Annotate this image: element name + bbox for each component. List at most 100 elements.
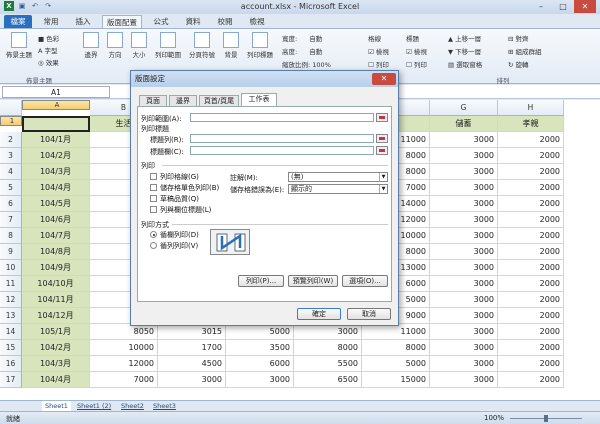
maximize-icon[interactable]: □ bbox=[552, 0, 574, 13]
value-cell[interactable]: 2000 bbox=[498, 180, 564, 196]
column-header[interactable]: A bbox=[22, 100, 90, 110]
value-cell[interactable]: 10000 bbox=[90, 340, 158, 356]
rotate-button[interactable]: ↻ 旋轉 bbox=[508, 59, 529, 69]
value-cell[interactable]: 11000 bbox=[362, 324, 430, 340]
colors-button[interactable]: ■ 色彩 bbox=[38, 33, 59, 43]
row-header[interactable]: 16 bbox=[0, 356, 22, 372]
date-cell[interactable]: 104/2月 bbox=[22, 340, 90, 356]
name-box[interactable]: A1 bbox=[2, 86, 110, 98]
value-cell[interactable]: 2000 bbox=[498, 244, 564, 260]
redo-icon[interactable]: ↷ bbox=[43, 1, 53, 11]
ok-button[interactable]: 確定 bbox=[297, 308, 341, 320]
value-cell[interactable]: 5000 bbox=[226, 324, 294, 340]
zoom-slider-thumb[interactable] bbox=[544, 415, 548, 422]
date-cell[interactable]: 104/2月 bbox=[22, 148, 90, 164]
value-cell[interactable]: 3000 bbox=[430, 212, 498, 228]
themes-button[interactable]: 佈景主題 bbox=[4, 32, 34, 59]
value-cell[interactable]: 6000 bbox=[226, 356, 294, 372]
gridlines-checkbox[interactable] bbox=[150, 173, 157, 180]
tab-formulas[interactable]: 公式 bbox=[148, 15, 174, 28]
row-header[interactable]: 12 bbox=[0, 292, 22, 308]
value-cell[interactable]: 15000 bbox=[362, 372, 430, 388]
sheet-tab[interactable]: Sheet2 bbox=[118, 401, 147, 411]
date-cell[interactable]: 104/8月 bbox=[22, 244, 90, 260]
row-header[interactable]: 15 bbox=[0, 340, 22, 356]
width-control[interactable]: 寬度: 自動 bbox=[282, 33, 322, 43]
fonts-button[interactable]: A 字型 bbox=[38, 45, 58, 55]
options-button[interactable]: 選項(O)... bbox=[342, 275, 388, 287]
row-header[interactable]: 5 bbox=[0, 180, 22, 196]
date-cell[interactable]: 104/5月 bbox=[22, 196, 90, 212]
height-control[interactable]: 高度: 自動 bbox=[282, 46, 322, 56]
value-cell[interactable]: 2000 bbox=[498, 292, 564, 308]
bw-checkbox[interactable] bbox=[150, 184, 157, 191]
row-header[interactable]: 10 bbox=[0, 260, 22, 276]
header-cell[interactable]: 儲蓄 bbox=[430, 116, 498, 132]
value-cell[interactable]: 2000 bbox=[498, 372, 564, 388]
select-all-corner[interactable] bbox=[0, 100, 22, 116]
date-cell[interactable]: 104/12月 bbox=[22, 308, 90, 324]
value-cell[interactable]: 3000 bbox=[430, 276, 498, 292]
down-then-over-radio[interactable] bbox=[150, 231, 157, 238]
cancel-button[interactable]: 取消 bbox=[347, 308, 391, 320]
value-cell[interactable]: 3000 bbox=[430, 196, 498, 212]
errors-select[interactable]: 顯示的 ▼ bbox=[288, 184, 388, 194]
orientation-button[interactable]: 方向 bbox=[104, 32, 126, 59]
date-cell[interactable]: 104/4月 bbox=[22, 372, 90, 388]
headings-checkbox[interactable] bbox=[150, 206, 157, 213]
selection-pane-button[interactable]: ▤ 選取窗格 bbox=[448, 59, 482, 69]
tab-review[interactable]: 校閱 bbox=[212, 15, 238, 28]
value-cell[interactable]: 2000 bbox=[498, 148, 564, 164]
tab-page-layout[interactable]: 版面配置 bbox=[102, 15, 142, 28]
value-cell[interactable]: 2000 bbox=[498, 132, 564, 148]
value-cell[interactable]: 3000 bbox=[430, 372, 498, 388]
value-cell[interactable]: 2000 bbox=[498, 228, 564, 244]
value-cell[interactable]: 5000 bbox=[362, 356, 430, 372]
row-header[interactable]: 6 bbox=[0, 196, 22, 212]
print-area-button[interactable]: 列印範圍 bbox=[152, 32, 184, 59]
row-header[interactable]: 11 bbox=[0, 276, 22, 292]
background-button[interactable]: 背景 bbox=[220, 32, 242, 59]
header-cell[interactable]: 孝親 bbox=[498, 116, 564, 132]
tab-home[interactable]: 常用 bbox=[38, 15, 64, 28]
value-cell[interactable]: 2000 bbox=[498, 324, 564, 340]
rows-repeat-picker-icon[interactable] bbox=[376, 134, 388, 143]
value-cell[interactable]: 3000 bbox=[294, 324, 362, 340]
row-header[interactable]: 1 bbox=[0, 116, 22, 126]
sheet-tab[interactable]: Sheet3 bbox=[150, 401, 179, 411]
date-cell[interactable]: 104/3月 bbox=[22, 164, 90, 180]
row-header[interactable]: 8 bbox=[0, 228, 22, 244]
margins-button[interactable]: 邊界 bbox=[80, 32, 102, 59]
sheet-tab[interactable]: Sheet1 bbox=[42, 401, 71, 411]
date-cell[interactable]: 104/10月 bbox=[22, 276, 90, 292]
value-cell[interactable]: 3500 bbox=[226, 340, 294, 356]
value-cell[interactable]: 2000 bbox=[498, 164, 564, 180]
value-cell[interactable]: 2000 bbox=[498, 276, 564, 292]
dialog-close-icon[interactable]: ✕ bbox=[372, 73, 396, 85]
sheet-tab[interactable]: Sheet1 (2) bbox=[74, 401, 114, 411]
value-cell[interactable]: 3000 bbox=[430, 340, 498, 356]
value-cell[interactable]: 2000 bbox=[498, 212, 564, 228]
value-cell[interactable]: 8000 bbox=[294, 340, 362, 356]
column-header[interactable]: H bbox=[498, 100, 564, 116]
row-header[interactable]: 17 bbox=[0, 372, 22, 388]
bring-forward-button[interactable]: ▲ 上移一層 bbox=[448, 33, 481, 43]
scale-control[interactable]: 縮放比例: 100% bbox=[282, 59, 331, 69]
headings-print-check[interactable]: ☐ 列印 bbox=[406, 59, 427, 69]
print-preview-button[interactable]: 預覽列印(W) bbox=[288, 275, 338, 287]
send-backward-button[interactable]: ▼ 下移一層 bbox=[448, 46, 481, 56]
value-cell[interactable]: 3000 bbox=[430, 260, 498, 276]
value-cell[interactable]: 3000 bbox=[430, 148, 498, 164]
undo-icon[interactable]: ↶ bbox=[30, 1, 40, 11]
row-header[interactable]: 2 bbox=[0, 132, 22, 148]
value-cell[interactable]: 3000 bbox=[430, 164, 498, 180]
value-cell[interactable]: 12000 bbox=[90, 356, 158, 372]
cols-repeat-input[interactable] bbox=[190, 146, 374, 155]
tab-sheet[interactable]: 工作表 bbox=[241, 93, 277, 107]
gridlines-view-check[interactable]: ☑ 檢視 bbox=[368, 46, 389, 56]
comments-select[interactable]: (無) ▼ bbox=[288, 172, 388, 182]
value-cell[interactable]: 3000 bbox=[226, 372, 294, 388]
value-cell[interactable]: 5500 bbox=[294, 356, 362, 372]
row-header[interactable]: 4 bbox=[0, 164, 22, 180]
minimize-icon[interactable]: – bbox=[530, 0, 552, 13]
